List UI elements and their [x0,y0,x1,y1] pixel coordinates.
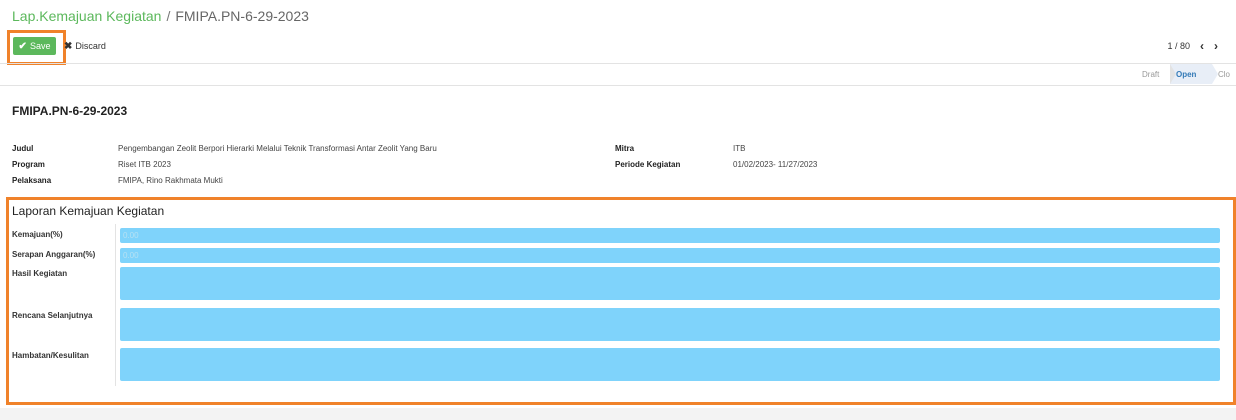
stage-open-label: Open [1176,69,1197,79]
footer-band [0,408,1236,420]
save-label: Save [29,41,51,51]
status-bar: Draft Open Clo [1136,64,1236,84]
stage-draft-label: Draft [1142,69,1160,79]
close-icon: ✖ [64,40,73,52]
program-label: Program [12,160,45,169]
info-row-judul: Judul Pengembangan Zeolit Berpori Hierar… [12,141,437,157]
info-row-mitra: Mitra ITB [615,141,817,157]
record-title: FMIPA.PN-6-29-2023 [12,104,128,118]
toolbar-divider [0,63,1236,64]
info-row-pelaksana: Pelaksana FMIPA, Rino Rakhmata Mukti [12,173,437,189]
section-divider [115,224,116,386]
rencana-textarea[interactable] [120,308,1220,341]
judul-value: Pengembangan Zeolit Berpori Hierarki Mel… [118,144,437,153]
section-title: Laporan Kemajuan Kegiatan [12,204,165,218]
pelaksana-label: Pelaksana [12,176,52,185]
hambatan-textarea[interactable] [120,348,1220,381]
breadcrumb: Lap.Kemajuan Kegiatan / FMIPA.PN-6-29-2023 [12,7,309,25]
stage-close-label: Clo [1218,69,1231,79]
stage-draft[interactable]: Draft [1136,64,1176,84]
kemajuan-label: Kemajuan(%) [12,230,63,239]
periode-label: Periode Kegiatan [615,160,681,169]
info-right-group: Mitra ITB Periode Kegiatan 01/02/2023- 1… [615,141,817,173]
info-row-program: Program Riset ITB 2023 [12,157,437,173]
chevron-left-icon[interactable]: ‹ [1200,39,1204,53]
info-left-group: Judul Pengembangan Zeolit Berpori Hierar… [12,141,437,189]
rencana-label: Rencana Selanjutnya [12,311,93,320]
status-divider [0,85,1236,86]
hasil-label: Hasil Kegiatan [12,269,68,278]
breadcrumb-separator: / [166,8,171,24]
mitra-value: ITB [733,144,746,153]
program-value: Riset ITB 2023 [118,160,171,169]
discard-label: Discard [75,41,106,51]
breadcrumb-parent-link[interactable]: Lap.Kemajuan Kegiatan [12,8,161,24]
hasil-textarea[interactable] [120,267,1220,300]
serapan-label: Serapan Anggaran(%) [12,250,96,259]
pager-value: 1 / 80 [1167,41,1190,51]
pelaksana-value: FMIPA, Rino Rakhmata Mukti [118,176,223,185]
stage-open[interactable]: Open [1170,64,1218,84]
check-icon: ✔ [18,40,27,52]
serapan-input[interactable]: 0.00 [120,248,1220,263]
pager: 1 / 80 ‹ › [1167,39,1218,53]
save-button[interactable]: ✔ Save [13,37,56,55]
discard-button[interactable]: ✖ Discard [64,37,106,55]
info-row-periode: Periode Kegiatan 01/02/2023- 11/27/2023 [615,157,817,173]
hambatan-label: Hambatan/Kesulitan [12,351,89,360]
mitra-label: Mitra [615,144,635,153]
breadcrumb-current: FMIPA.PN-6-29-2023 [175,8,309,24]
judul-label: Judul [12,144,34,153]
kemajuan-input[interactable]: 0.00 [120,228,1220,243]
chevron-right-icon[interactable]: › [1214,39,1218,53]
periode-value: 01/02/2023- 11/27/2023 [733,160,818,169]
